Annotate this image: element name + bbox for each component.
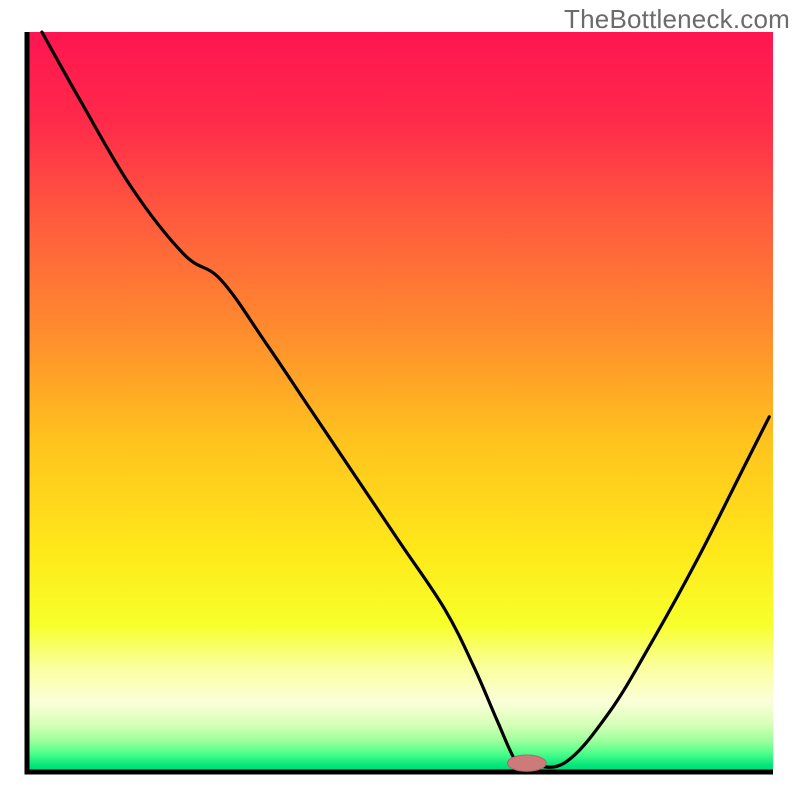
bottleneck-chart	[0, 0, 800, 800]
chart-container: TheBottleneck.com	[0, 0, 800, 800]
optimal-point-marker	[507, 755, 546, 771]
watermark-text: TheBottleneck.com	[564, 4, 790, 35]
plot-background	[27, 32, 773, 772]
